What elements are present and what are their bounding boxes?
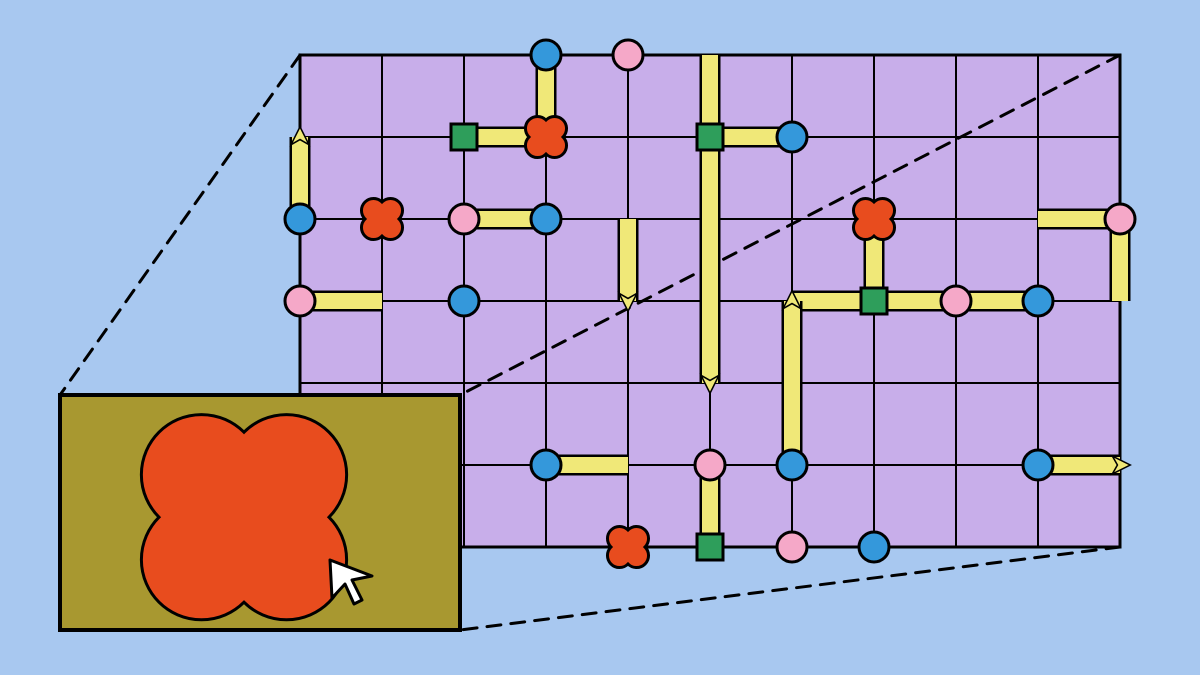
blue-circle-node [531,450,561,480]
blue-circle-node [777,122,807,152]
green-square-node [451,124,477,150]
quatrefoil-icon [607,526,648,567]
quatrefoil-icon [525,116,566,157]
green-square-node [697,124,723,150]
inset-quatrefoil-icon [141,415,346,620]
pink-circle-node [941,286,971,316]
pink-circle-node [777,532,807,562]
quatrefoil-icon [361,198,402,239]
quatrefoil-icon [853,198,894,239]
blue-circle-node [1023,450,1053,480]
diagram-scene [0,0,1200,675]
green-square-node [697,534,723,560]
pink-circle-node [285,286,315,316]
blue-circle-node [859,532,889,562]
pink-circle-node [695,450,725,480]
blue-circle-node [531,40,561,70]
blue-circle-node [285,204,315,234]
green-square-node [861,288,887,314]
blue-circle-node [531,204,561,234]
pink-circle-node [613,40,643,70]
blue-circle-node [449,286,479,316]
inset-zoom-panel [60,395,460,630]
blue-circle-node [777,450,807,480]
blue-circle-node [1023,286,1053,316]
pink-circle-node [449,204,479,234]
pink-circle-node [1105,204,1135,234]
